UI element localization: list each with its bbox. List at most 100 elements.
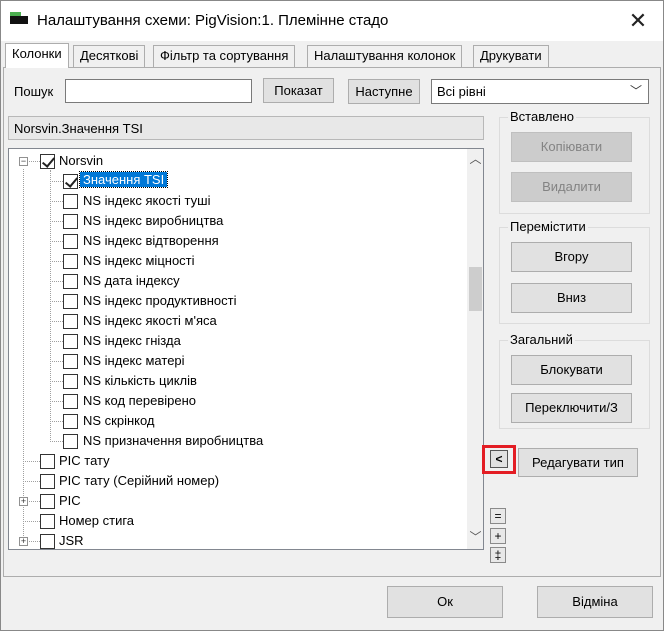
checkbox[interactable] (63, 374, 78, 389)
show-button[interactable]: Показат (263, 78, 334, 103)
window-title: Налаштування схеми: PigVision:1. Племінн… (37, 12, 389, 29)
checkbox[interactable] (63, 274, 78, 289)
checkbox[interactable] (40, 514, 55, 529)
vertical-scrollbar[interactable]: ︿ ﹀ (467, 149, 483, 549)
tree-line (50, 301, 63, 302)
tree-line (50, 341, 63, 342)
tree-node-label: NS призначення виробництва (83, 433, 264, 448)
tree-node-tsi[interactable]: Значення TSI (9, 171, 449, 191)
checkbox[interactable] (40, 494, 55, 509)
tab-filter-sort[interactable]: Фільтр та сортування (153, 45, 296, 67)
checkbox[interactable] (63, 234, 78, 249)
expand-icon[interactable]: + (19, 497, 28, 506)
tree-node[interactable]: NS індекс продуктивності (9, 291, 449, 311)
delete-button[interactable]: Видалити (511, 172, 632, 202)
cancel-button[interactable]: Відміна (537, 586, 653, 618)
tree-node[interactable]: NS індекс гнізда (9, 331, 449, 351)
level-select[interactable]: Всі рівні ﹀ (431, 79, 649, 104)
equal-button[interactable]: = (490, 508, 506, 524)
tree-node-label: NS індекс матері (83, 353, 185, 368)
tab-decimals[interactable]: Десяткові (73, 45, 146, 67)
search-label: Пошук (14, 84, 54, 99)
tree-node[interactable]: NS індекс міцності (9, 251, 449, 271)
checkbox[interactable] (40, 474, 55, 489)
checkbox[interactable] (63, 394, 78, 409)
tree-line (50, 441, 63, 442)
tree-node[interactable]: + JSR (9, 531, 449, 549)
search-input[interactable] (65, 79, 252, 103)
tree-node-label: Значення TSI (78, 171, 169, 188)
tree-line (50, 221, 63, 222)
dialog-window: Налаштування схеми: PigVision:1. Племінн… (0, 0, 664, 631)
copy-button[interactable]: Копіювати (511, 132, 632, 162)
checkbox[interactable] (63, 314, 78, 329)
checkbox[interactable] (63, 354, 78, 369)
chevron-down-icon: ﹀ (629, 84, 642, 98)
move-down-button[interactable]: Вниз (511, 283, 632, 313)
tree-node[interactable]: NS кількість циклів (9, 371, 449, 391)
tree-line (50, 261, 63, 262)
checkbox[interactable] (63, 254, 78, 269)
tree-node-label: NS індекс виробництва (83, 213, 224, 228)
scroll-thumb[interactable] (469, 267, 482, 311)
expand-icon[interactable]: + (19, 537, 28, 546)
collapse-icon[interactable]: − (19, 157, 28, 166)
tree-node[interactable]: PIC тату (9, 451, 449, 471)
checkbox[interactable] (63, 334, 78, 349)
tab-columns[interactable]: Колонки (5, 43, 69, 68)
tree-node-label: PIC (59, 493, 81, 508)
checkbox[interactable] (63, 414, 78, 429)
tree-node-label: NS кількість циклів (83, 373, 197, 388)
checkbox[interactable] (63, 174, 78, 189)
tree-node[interactable]: NS дата індексу (9, 271, 449, 291)
tree-node[interactable]: NS індекс виробництва (9, 211, 449, 231)
tree-node-norsvin[interactable]: − Norsvin (9, 151, 449, 171)
tree-node-label: Norsvin (59, 153, 104, 168)
tree-line (50, 201, 63, 202)
scroll-up-icon[interactable]: ︿ (467, 151, 483, 168)
tree-line (50, 361, 63, 362)
general-group-title: Загальний (508, 332, 575, 347)
tree-node-label: NS індекс якості м'яса (83, 313, 217, 328)
checkbox[interactable] (63, 434, 78, 449)
tree-node[interactable]: Номер стига (9, 511, 449, 531)
tree-node[interactable]: NS індекс матері (9, 351, 449, 371)
scroll-down-icon[interactable]: ﹀ (467, 529, 483, 546)
checkbox[interactable] (63, 294, 78, 309)
tree-line (23, 481, 40, 482)
tree-node[interactable]: PIC тату (Серійний номер) (9, 471, 449, 491)
tree-node[interactable]: NS індекс якості туші (9, 191, 449, 211)
checkbox[interactable] (40, 534, 55, 549)
tree-node-label: NS індекс гнізда (83, 333, 181, 348)
tree-line (50, 421, 63, 422)
checkbox[interactable] (63, 214, 78, 229)
tree-node[interactable]: NS призначення виробництва (9, 431, 449, 451)
tree-node[interactable]: NS код перевірено (9, 391, 449, 411)
checkbox[interactable] (63, 194, 78, 209)
ok-button[interactable]: Ок (387, 586, 503, 618)
tree-line (50, 321, 63, 322)
block-button[interactable]: Блокувати (511, 355, 632, 385)
checkbox[interactable] (40, 154, 55, 169)
tree-node[interactable]: + PIC (9, 491, 449, 511)
tree-line (50, 241, 63, 242)
tree-line (50, 401, 63, 402)
move-up-button[interactable]: Вгору (511, 242, 632, 272)
column-tree[interactable]: − Norsvin Значення TSI NS індекс якості … (8, 148, 484, 550)
tree-node[interactable]: NS індекс якості м'яса (9, 311, 449, 331)
next-button[interactable]: Наступне (348, 79, 420, 104)
close-icon[interactable]: ✕ (622, 6, 654, 36)
edit-type-button[interactable]: Редагувати тип (518, 448, 638, 477)
tab-column-settings[interactable]: Налаштування колонок (307, 45, 463, 67)
tree-line (29, 161, 40, 162)
tree-node[interactable]: NS скрінкод (9, 411, 449, 431)
tree-node[interactable]: NS індекс відтворення (9, 231, 449, 251)
plus-button[interactable]: + (490, 528, 506, 544)
checkbox[interactable] (40, 454, 55, 469)
tree-node-label: NS індекс продуктивності (83, 293, 237, 308)
toggle-button[interactable]: Переключити/З (511, 393, 632, 423)
double-arrow-button[interactable]: ‡ (490, 547, 506, 563)
tree-node-label: NS індекс міцності (83, 253, 195, 268)
tree-node-label: PIC тату (59, 453, 110, 468)
tab-print[interactable]: Друкувати (473, 45, 549, 67)
